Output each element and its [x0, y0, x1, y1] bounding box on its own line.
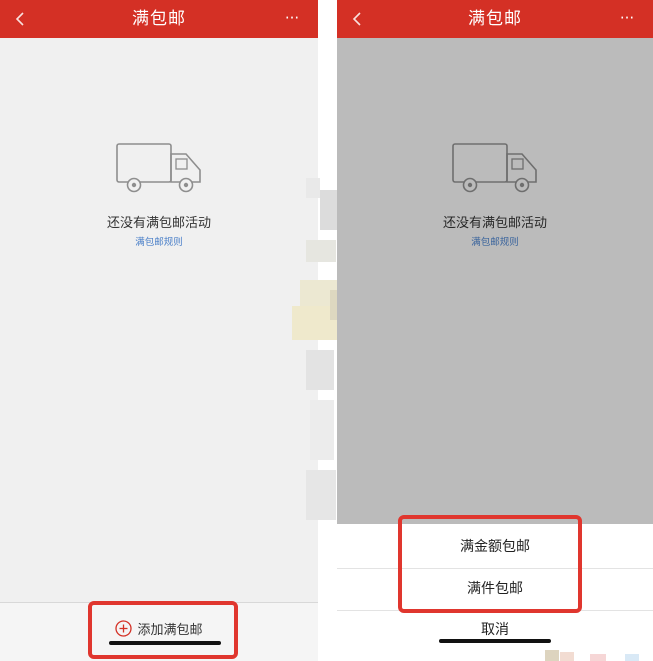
right-screen: 满包邮 ··· 还没有满包邮活动 满包邮规则 满金额包邮 满件包邮 取消 [337, 0, 653, 661]
dim-overlay[interactable] [337, 38, 653, 524]
truck-icon [116, 143, 201, 193]
more-button[interactable]: ··· [280, 6, 304, 30]
navbar: 满包邮 ··· [0, 0, 318, 38]
more-dots-icon: ··· [284, 9, 300, 27]
page-title: 满包邮 [468, 9, 522, 29]
page-title: 满包邮 [132, 9, 186, 29]
rules-link[interactable]: 满包邮规则 [0, 234, 318, 248]
navbar: 满包邮 ··· [337, 0, 653, 38]
highlight-box [88, 601, 238, 659]
empty-title: 还没有满包邮活动 [106, 216, 211, 231]
left-screen: 满包邮 ··· 还没有满包邮活动 满包邮规则 添加满包邮 [0, 0, 318, 661]
home-indicator [439, 639, 551, 643]
more-button[interactable]: ··· [615, 6, 639, 30]
empty-state: 还没有满包邮活动 满包邮规则 [0, 140, 318, 248]
more-dots-icon: ··· [619, 9, 635, 27]
highlight-box [398, 515, 582, 613]
